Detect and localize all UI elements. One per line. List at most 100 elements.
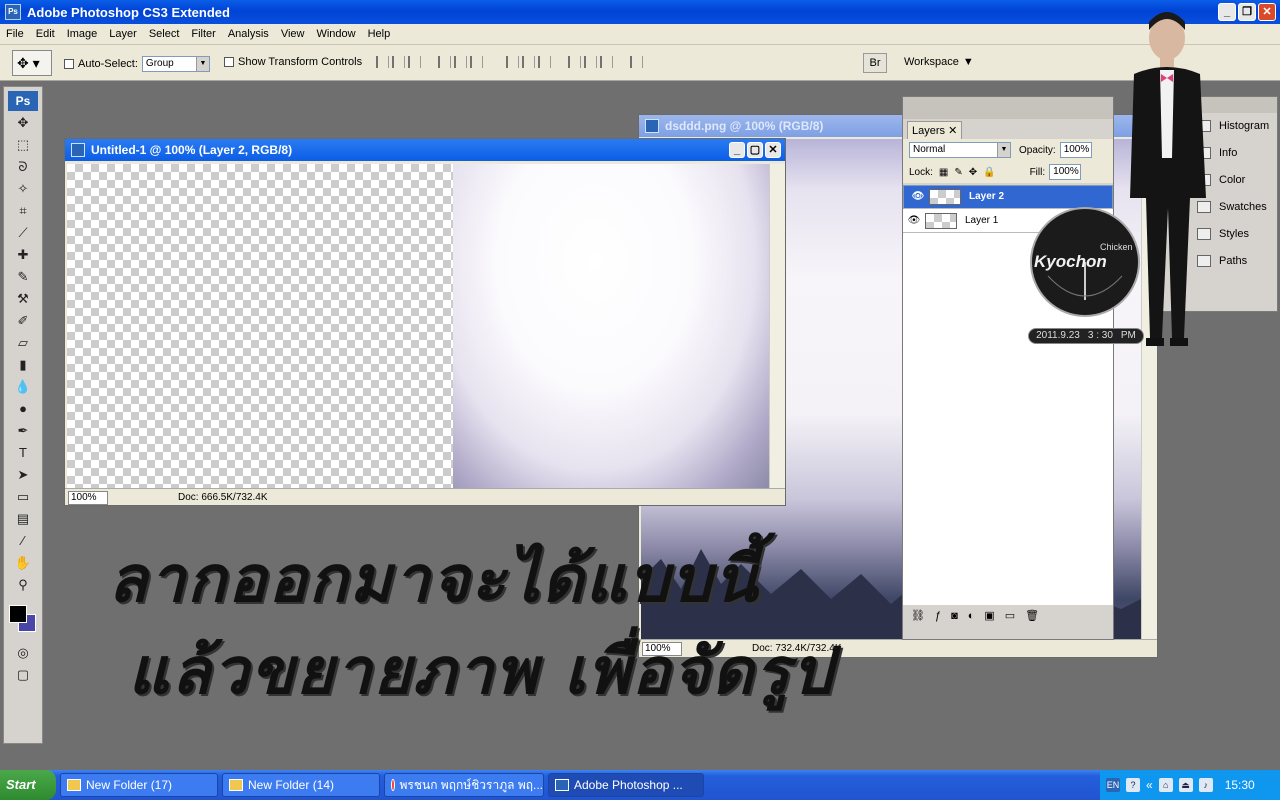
network-icon[interactable]: ⌂ (1158, 778, 1173, 792)
menu-layer[interactable]: Layer (103, 28, 143, 40)
lock-icons[interactable]: ▦✎✥🔒 (939, 167, 1002, 178)
align-left-icon[interactable] (438, 56, 451, 68)
safely-remove-icon[interactable]: ⏏ (1178, 778, 1193, 792)
opacity-field[interactable]: 100% (1059, 142, 1092, 158)
doc-minimize-button[interactable]: _ (729, 142, 745, 158)
widget-date-bar: 2011.9.23 3 : 30 PM (1028, 328, 1144, 344)
hand-tool-icon[interactable]: ✋ (12, 553, 34, 573)
widget-brand: Chicken (1100, 242, 1133, 252)
bridge-icon[interactable]: Br (863, 53, 887, 73)
menu-help[interactable]: Help (362, 28, 397, 40)
taskbar-item-chrome[interactable]: พรชนก พฤกษ์ชิวราภูล พฤ... (384, 773, 544, 797)
healing-brush-tool-icon[interactable]: ✚ (12, 245, 34, 265)
document-title-bar[interactable]: Untitled-1 @ 100% (Layer 2, RGB/8) _ ▢ ✕ (65, 139, 785, 161)
doc-close-button[interactable]: ✕ (765, 142, 781, 158)
taskbar-item-folder-14[interactable]: New Folder (14) (222, 773, 380, 797)
tab-layers[interactable]: Layers ✕ (907, 121, 963, 139)
volume-icon[interactable]: ♪ (1198, 778, 1213, 792)
distribute-left-icon[interactable] (568, 56, 581, 68)
document-window-untitled[interactable]: Untitled-1 @ 100% (Layer 2, RGB/8) _ ▢ ✕… (64, 138, 786, 506)
path-selection-tool-icon[interactable]: ➤ (12, 465, 34, 485)
eyedropper-tool-icon[interactable]: ⁄ (12, 531, 34, 551)
menu-filter[interactable]: Filter (185, 28, 221, 40)
eraser-tool-icon[interactable]: ▱ (12, 333, 34, 353)
auto-align-icon[interactable] (630, 56, 643, 68)
taskbar-item-folder-17[interactable]: New Folder (17) (60, 773, 218, 797)
brush-tool-icon[interactable]: ✎ (12, 267, 34, 287)
restore-button[interactable]: ❐ (1238, 3, 1256, 21)
document-title: Untitled-1 @ 100% (Layer 2, RGB/8) (91, 143, 293, 157)
menu-select[interactable]: Select (143, 28, 186, 40)
distribute-right-icon[interactable] (600, 56, 613, 68)
tab-layers-label: Layers (912, 125, 946, 137)
taskbar-item-photoshop[interactable]: Adobe Photoshop ... (548, 773, 704, 797)
gradient-tool-icon[interactable]: ▮ (12, 355, 34, 375)
crop-tool-icon[interactable]: ⌗ (12, 201, 34, 221)
menu-bar: File Edit Image Layer Select Filter Anal… (0, 24, 1280, 45)
dodge-tool-icon[interactable]: ● (12, 399, 34, 419)
menu-view[interactable]: View (275, 28, 311, 40)
align-hcenter-icon[interactable] (454, 56, 467, 68)
zoom-field[interactable]: 100% (68, 490, 108, 505)
menu-file[interactable]: File (0, 28, 30, 40)
shape-tool-icon[interactable]: ▭ (12, 487, 34, 507)
pen-tool-icon[interactable]: ✒ (12, 421, 34, 441)
document-title: dsddd.png @ 100% (RGB/8) (665, 119, 824, 133)
help-icon[interactable]: ? (1126, 778, 1140, 792)
distribute-top-icon[interactable] (506, 56, 519, 68)
close-icon[interactable]: ✕ (948, 125, 957, 137)
tool-preset-picker[interactable]: ✥ ▾ (12, 50, 52, 76)
slice-tool-icon[interactable]: ⟋ (12, 223, 34, 243)
align-bottom-icon[interactable] (408, 56, 421, 68)
dragged-layer-image[interactable] (453, 164, 769, 489)
expand-tray-icon[interactable]: « (1146, 778, 1153, 792)
distribute-bottom-icon[interactable] (538, 56, 551, 68)
menu-analysis[interactable]: Analysis (222, 28, 275, 40)
panel-label: Swatches (1219, 201, 1267, 213)
vertical-scrollbar[interactable] (769, 164, 785, 489)
foreground-color-swatch[interactable] (9, 605, 27, 623)
zoom-tool-icon[interactable]: ⚲ (12, 575, 34, 595)
menu-edit[interactable]: Edit (30, 28, 61, 40)
doc-maximize-button[interactable]: ▢ (747, 142, 763, 158)
magic-wand-tool-icon[interactable]: ✧ (12, 179, 34, 199)
task-label: New Folder (17) (86, 778, 173, 792)
distribute-vcenter-icon[interactable] (522, 56, 535, 68)
blend-mode-dropdown[interactable]: Normal ▼ (909, 142, 1011, 158)
transparent-canvas-area[interactable] (67, 164, 453, 489)
align-buttons[interactable] (376, 56, 646, 68)
menu-window[interactable]: Window (310, 28, 361, 40)
menu-image[interactable]: Image (61, 28, 104, 40)
layers-footer-icons[interactable]: ⛓ƒ◙◐▣▭🗑 (903, 605, 1113, 627)
auto-select-dropdown[interactable]: Group ▼ (141, 56, 210, 72)
close-button[interactable]: ✕ (1258, 3, 1276, 21)
lasso-tool-icon[interactable]: ᘐ (12, 157, 34, 177)
history-brush-tool-icon[interactable]: ✐ (12, 311, 34, 331)
type-tool-icon[interactable]: T (12, 443, 34, 463)
marquee-tool-icon[interactable]: ⬚ (12, 135, 34, 155)
start-button[interactable]: Start (0, 770, 56, 800)
notes-tool-icon[interactable]: ▤ (12, 509, 34, 529)
app-title-bar[interactable]: Ps Adobe Photoshop CS3 Extended _ ❐ ✕ (0, 0, 1280, 24)
blur-tool-icon[interactable]: 💧 (12, 377, 34, 397)
distribute-hcenter-icon[interactable] (584, 56, 597, 68)
eye-icon[interactable]: 👁 (907, 190, 929, 204)
start-label: Start (6, 777, 36, 792)
auto-select-checkbox[interactable] (64, 59, 74, 69)
align-vcenter-icon[interactable] (392, 56, 405, 68)
app-title: Adobe Photoshop CS3 Extended (27, 4, 230, 20)
workspace-menu[interactable]: Workspace ▼ (904, 56, 974, 68)
eye-icon[interactable]: 👁 (903, 215, 925, 226)
clock[interactable]: 15:30 (1225, 778, 1255, 792)
clone-stamp-tool-icon[interactable]: ⚒ (12, 289, 34, 309)
fill-field[interactable]: 100% (1049, 164, 1082, 180)
move-tool-icon[interactable]: ✥ (12, 113, 34, 133)
quick-mask-icon[interactable]: ◎ (12, 643, 34, 663)
blend-mode-value: Normal (913, 144, 946, 155)
align-right-icon[interactable] (470, 56, 483, 68)
align-top-icon[interactable] (376, 56, 389, 68)
kyochon-clock-widget[interactable]: Chicken Kyochon (1028, 206, 1142, 326)
screen-mode-icon[interactable]: ▢ (12, 665, 34, 685)
language-indicator[interactable]: EN (1106, 778, 1120, 792)
show-transform-checkbox[interactable] (224, 57, 234, 67)
